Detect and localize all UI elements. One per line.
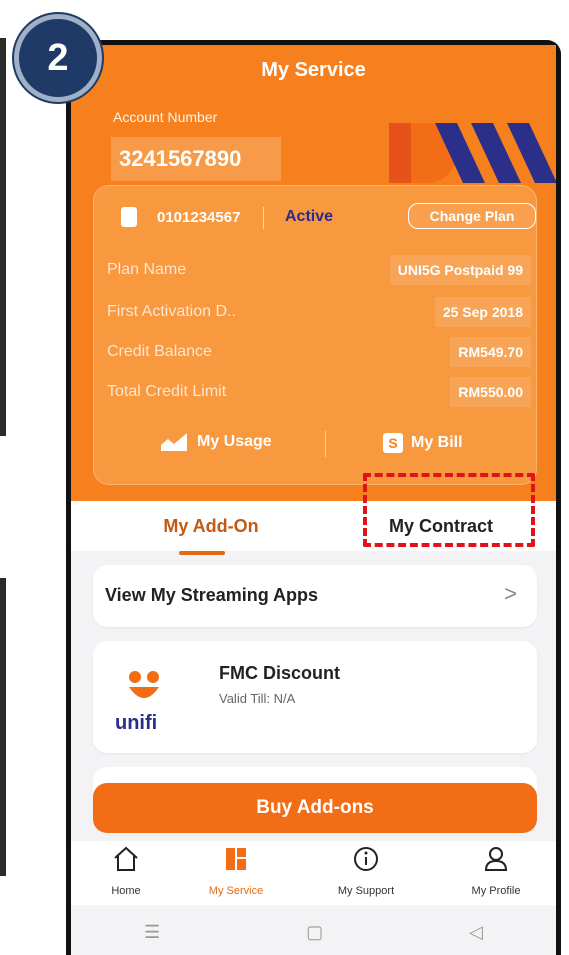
detail-label: Credit Balance: [107, 343, 212, 360]
left-edge-bar-top: [0, 38, 6, 436]
home-icon: [114, 846, 138, 871]
nav-my-service[interactable]: My Service: [181, 841, 291, 905]
divider: [325, 431, 326, 457]
service-icon: [226, 848, 246, 870]
tab-my-add-on[interactable]: My Add-On: [131, 501, 291, 551]
detail-row-activation-date: First Activation D.. 25 Sep 2018: [93, 293, 537, 331]
unifi-logo-text: unifi: [115, 712, 158, 734]
system-back-icon[interactable]: ◁: [469, 922, 483, 943]
line-number: 0101234567: [157, 209, 241, 226]
system-home-icon[interactable]: ▢: [306, 922, 323, 943]
detail-row-credit-limit: Total Credit Limit RM550.00: [93, 373, 537, 411]
screen-title: My Service: [261, 59, 366, 81]
nav-label: My Profile: [471, 885, 521, 897]
info-icon: [354, 847, 378, 871]
active-tab-indicator: [179, 551, 225, 555]
left-edge-bar-bottom: [0, 578, 6, 876]
plan-card: 0101234567 Active Change Plan Plan Name …: [93, 185, 537, 485]
change-plan-button[interactable]: Change Plan: [408, 203, 536, 229]
nav-label: My Support: [337, 885, 395, 897]
line-status-badge: Active: [285, 208, 334, 225]
detail-label: First Activation D..: [107, 303, 236, 320]
my-bill-button[interactable]: S My Bill: [383, 433, 463, 453]
detail-row-credit-balance: Credit Balance RM549.70: [93, 333, 537, 371]
view-streaming-apps-row[interactable]: View My Streaming Apps >: [93, 565, 537, 627]
nav-my-profile[interactable]: My Profile: [441, 841, 551, 905]
detail-value: 25 Sep 2018: [434, 297, 531, 327]
detail-value: UNI5G Postpaid 99: [389, 255, 531, 285]
nav-home[interactable]: Home: [71, 841, 181, 905]
nav-label: Home: [111, 885, 141, 897]
buy-add-ons-button[interactable]: Buy Add-ons: [93, 783, 537, 833]
card-actions: My Usage S My Bill: [93, 427, 537, 467]
chevron-right-icon: >: [504, 581, 517, 606]
detail-label: Plan Name: [107, 261, 187, 278]
streaming-label: View My Streaming Apps: [105, 585, 319, 605]
fmc-discount-card[interactable]: unifi FMC Discount Valid Till: N/A: [93, 641, 537, 753]
step-badge: 2: [14, 14, 102, 102]
fmc-title: FMC Discount: [219, 663, 340, 683]
service-header: My Service Account Number 3241567890 010…: [71, 45, 556, 501]
my-usage-label: My Usage: [197, 433, 272, 450]
sim-card-icon: [121, 207, 137, 227]
my-bill-label: My Bill: [411, 434, 463, 451]
detail-label: Total Credit Limit: [107, 383, 227, 400]
detail-row-plan-name: Plan Name UNI5G Postpaid 99: [93, 251, 537, 289]
account-number-label: Account Number: [113, 109, 218, 125]
brand-decoration-icon: [389, 123, 556, 183]
my-contract-highlight: [363, 473, 535, 547]
chart-icon: [161, 433, 187, 451]
detail-value: RM549.70: [450, 337, 531, 367]
unifi-logo: unifi: [115, 667, 175, 734]
detail-value: RM550.00: [450, 377, 531, 407]
nav-label: My Service: [208, 885, 264, 897]
system-navigation-bar: ☰ ▢ ◁: [71, 905, 556, 955]
bill-icon: S: [383, 433, 403, 453]
my-usage-button[interactable]: My Usage: [161, 433, 272, 451]
divider: [263, 207, 264, 229]
profile-icon: [484, 847, 508, 871]
fmc-validity: Valid Till: N/A: [219, 691, 296, 706]
system-menu-icon[interactable]: ☰: [144, 922, 160, 943]
account-number-value: 3241567890: [111, 137, 281, 181]
bottom-nav: Home My Service My Support My Profile: [71, 841, 556, 905]
nav-my-support[interactable]: My Support: [311, 841, 421, 905]
unifi-face-icon: [129, 671, 159, 698]
